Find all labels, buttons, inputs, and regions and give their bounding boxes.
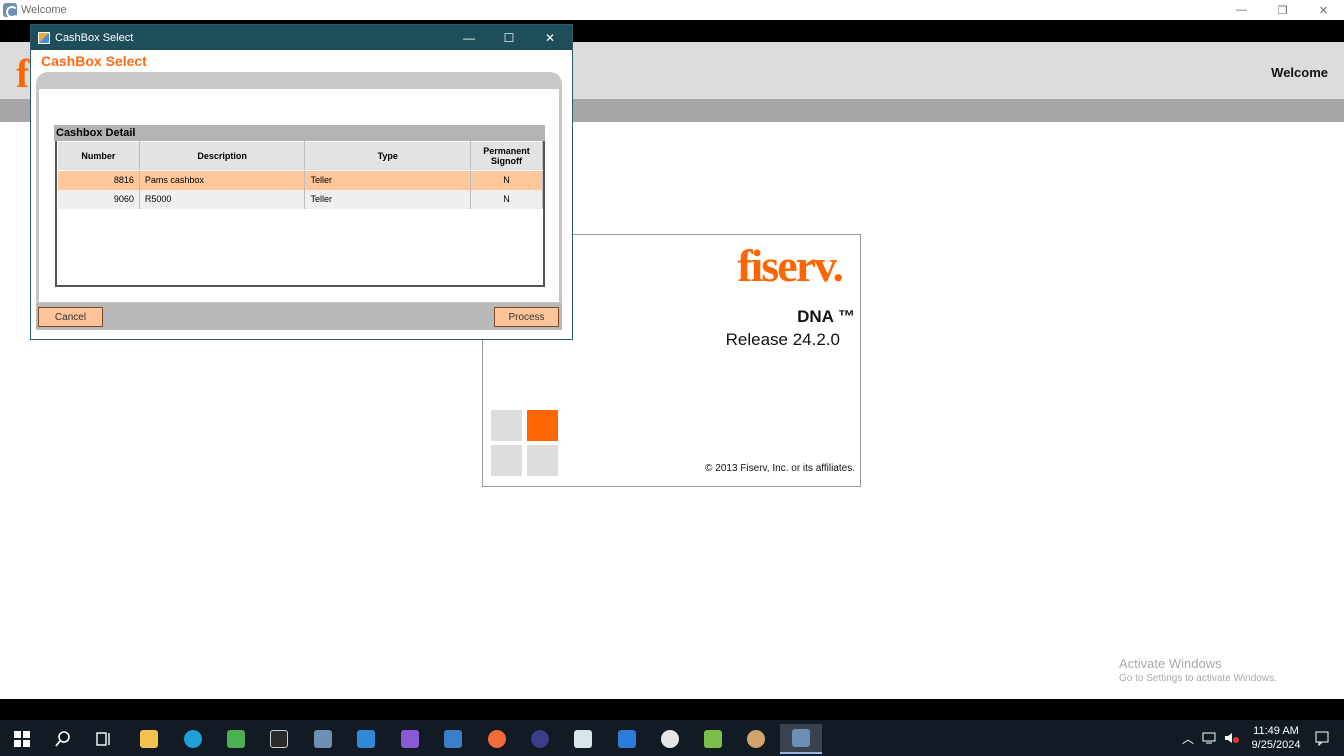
dialog-close-button[interactable]: ✕ xyxy=(530,25,570,50)
cell-number: 9060 xyxy=(57,189,140,209)
screen: Welcome — ❐ ✕ f Welcome fiserv. DNA ™ Re… xyxy=(0,0,1344,756)
logo-square-orange xyxy=(527,410,558,441)
column-header-number[interactable]: Number xyxy=(57,141,140,171)
cell-description: R5000 xyxy=(139,189,306,209)
dialog-titlebar: CashBox Select — ☐ ✕ xyxy=(31,25,572,50)
release-version: Release 24.2.0 xyxy=(725,330,840,349)
dialog-minimize-button[interactable]: — xyxy=(449,25,489,50)
taskbar: ︿ 11:49 AM 9/25/2024 xyxy=(0,720,1344,756)
start-icon[interactable] xyxy=(4,724,40,754)
column-header-permanent-signoff[interactable]: Permanent Signoff xyxy=(470,141,543,171)
close-button[interactable]: ✕ xyxy=(1303,0,1344,20)
column-header-type[interactable]: Type xyxy=(304,141,472,171)
dna-active-icon[interactable] xyxy=(780,724,822,754)
cell-type: Teller xyxy=(304,189,472,209)
app-window-blue-icon[interactable] xyxy=(609,724,645,754)
cell-number: 8816 xyxy=(57,170,140,190)
dialog-title: CashBox Select xyxy=(55,31,134,44)
process-button[interactable]: Process xyxy=(494,307,559,327)
clock-time: 11:49 AM xyxy=(1253,725,1299,737)
cashbox-detail-header: Cashbox Detail xyxy=(54,125,545,141)
bottom-black-band xyxy=(0,699,1344,720)
dialog-footer xyxy=(36,303,562,330)
search-icon[interactable] xyxy=(45,724,81,754)
dna-app-icon[interactable] xyxy=(305,724,341,754)
column-header-description[interactable]: Description xyxy=(138,141,306,171)
edge-icon[interactable] xyxy=(175,724,211,754)
network-icon[interactable] xyxy=(1202,731,1218,745)
chart-app-icon[interactable] xyxy=(695,724,731,754)
window-controls: — ❐ ✕ xyxy=(1221,0,1344,20)
app-icon xyxy=(3,3,18,18)
cell-signoff: N xyxy=(470,189,543,209)
dialog-maximize-button[interactable]: ☐ xyxy=(489,25,529,50)
dialog-app-icon xyxy=(38,31,50,44)
cell-signoff: N xyxy=(470,170,543,190)
table-row[interactable]: 9060 R5000 Teller N xyxy=(57,189,543,209)
cashbox-select-dialog: CashBox Select — ☐ ✕ CashBox Select Cash… xyxy=(30,24,573,340)
task-view-icon[interactable] xyxy=(86,724,122,754)
logo-square-gray xyxy=(527,445,558,476)
palette-app-icon[interactable] xyxy=(738,724,774,754)
restore-button[interactable]: ❐ xyxy=(1262,0,1303,20)
terminal-icon[interactable] xyxy=(261,724,297,754)
clock[interactable]: 11:49 AM 9/25/2024 xyxy=(1246,724,1306,752)
welcome-label: Welcome xyxy=(1271,65,1328,80)
visual-studio-icon[interactable] xyxy=(392,724,428,754)
system-tray: ︿ 11:49 AM 9/25/2024 xyxy=(1182,720,1344,756)
cell-description: Pams cashbox xyxy=(139,170,306,190)
clock-date: 9/25/2024 xyxy=(1251,739,1301,751)
activate-windows-watermark: Activate Windows Go to Settings to activ… xyxy=(1119,656,1277,684)
activate-title: Activate Windows xyxy=(1119,656,1222,671)
fiserv-logo: fiserv. xyxy=(737,240,844,291)
table-row[interactable]: 8816 Pams cashbox Teller N xyxy=(57,170,543,190)
file-explorer-icon[interactable] xyxy=(131,724,167,754)
copyright-text: © 2013 Fiserv, Inc. or its affiliates. xyxy=(705,463,855,474)
app-window-icon[interactable] xyxy=(565,724,601,754)
cashbox-grid: Number Description Type Permanent Signof… xyxy=(55,141,545,287)
dialog-heading: CashBox Select xyxy=(41,53,147,69)
document-app-icon[interactable] xyxy=(435,724,471,754)
table-header-row: Number Description Type Permanent Signof… xyxy=(57,141,543,171)
dialog-panel: Cashbox Detail Number Description Type P… xyxy=(36,72,562,330)
notification-icon[interactable] xyxy=(1314,730,1330,746)
vscode-icon[interactable] xyxy=(348,724,384,754)
eclipse-icon[interactable] xyxy=(522,724,558,754)
volume-muted-icon[interactable] xyxy=(1224,731,1240,745)
media-app-icon[interactable] xyxy=(218,724,254,754)
cell-type: Teller xyxy=(304,170,472,190)
paint-icon[interactable] xyxy=(652,724,688,754)
minimize-button[interactable]: — xyxy=(1221,0,1262,20)
dialog-content: Cashbox Detail Number Description Type P… xyxy=(39,89,559,302)
product-name: DNA ™ xyxy=(797,307,855,326)
chevron-up-icon[interactable]: ︿ xyxy=(1182,730,1194,747)
main-window-titlebar: Welcome — ❐ ✕ xyxy=(0,0,1344,20)
postman-icon[interactable] xyxy=(479,724,515,754)
activate-subtitle: Go to Settings to activate Windows. xyxy=(1119,673,1277,684)
fiserv-logo-partial: f xyxy=(16,51,30,96)
logo-square-gray xyxy=(491,410,522,441)
cancel-button[interactable]: Cancel xyxy=(38,307,103,327)
main-window-title: Welcome xyxy=(21,4,67,16)
cashbox-table: Number Description Type Permanent Signof… xyxy=(57,141,543,209)
logo-square-gray xyxy=(491,445,522,476)
